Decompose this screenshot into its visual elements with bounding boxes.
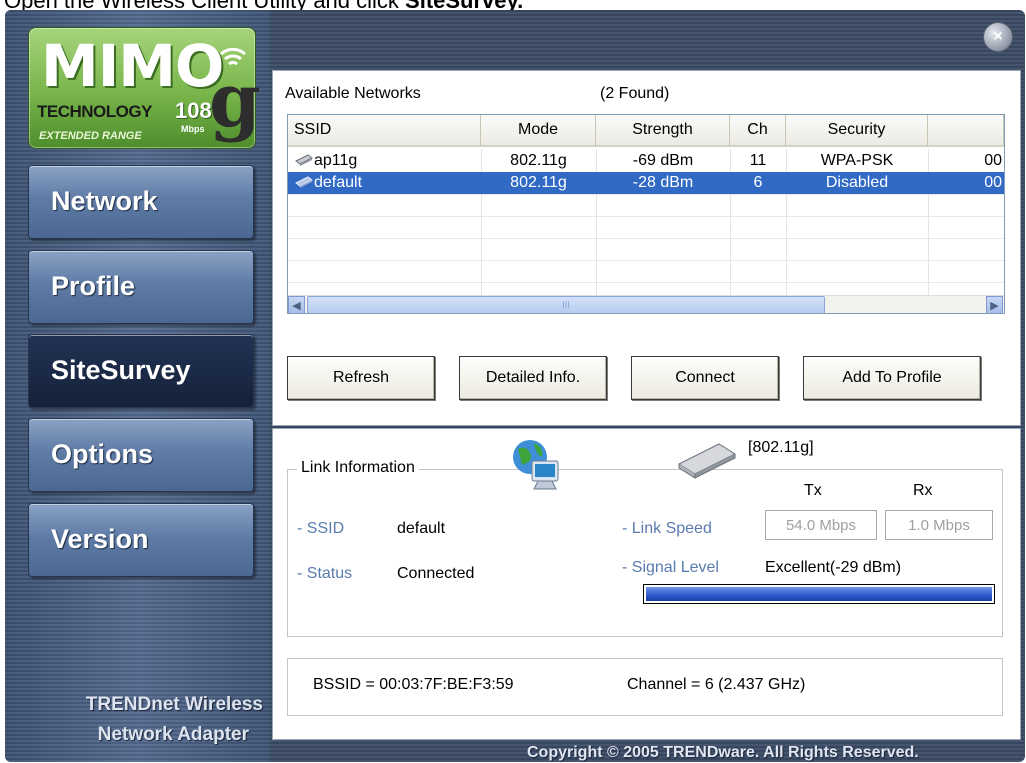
tx-speed-field: 54.0 Mbps	[765, 510, 877, 540]
ssid-cell: ap11g	[294, 150, 480, 172]
mode-tag: [802.11g]	[748, 439, 814, 456]
scroll-right-button[interactable]: ▶	[986, 296, 1003, 313]
mode-cell: 802.11g	[510, 174, 567, 191]
access-point-icon	[295, 154, 313, 166]
found-count: (2 Found)	[600, 85, 670, 102]
add-to-profile-button[interactable]: Add To Profile	[803, 356, 981, 400]
brand-line-1: TRENDnet Wireless	[85, 694, 263, 715]
channel-cell: 6	[753, 174, 763, 191]
signal-level-label: - Signal Level	[622, 559, 719, 576]
close-button[interactable]: ×	[983, 22, 1013, 52]
logo-word: MIMO	[41, 32, 224, 100]
available-networks-title: Available Networks	[285, 85, 421, 102]
refresh-button[interactable]: Refresh	[287, 356, 435, 400]
copyright-text: Copyright © 2005 TRENDware. All Rights R…	[527, 744, 919, 761]
rx-header: Rx	[913, 482, 933, 499]
tx-header: Tx	[804, 482, 822, 499]
table-row[interactable]: ap11g 802.11g -69 dBm 11 WPA-PSK 00	[288, 150, 1004, 172]
row-divider	[288, 216, 1004, 217]
column-header-mode[interactable]: Mode	[481, 115, 596, 147]
strength-cell: -28 dBm	[632, 174, 694, 191]
nav-profile-button[interactable]: Profile	[28, 250, 254, 324]
link-information-title: Link Information	[297, 459, 419, 477]
scrollbar-thumb[interactable]: III	[307, 296, 825, 313]
logo-mbps: Mbps	[181, 124, 205, 134]
column-header-ssid[interactable]: SSID	[288, 115, 481, 147]
mode-cell: 802.11g	[510, 152, 567, 169]
scroll-left-button[interactable]: ◀	[288, 296, 305, 313]
brand-line-2: Network Adapter	[97, 724, 249, 745]
link-information-group	[287, 469, 1003, 637]
chevron-left-icon: ◀	[292, 299, 301, 312]
nav-network-label: Network	[51, 186, 158, 216]
scroll-grip: III	[562, 300, 570, 310]
chevron-right-icon: ▶	[990, 299, 999, 312]
ssid-cell: default	[294, 172, 480, 194]
column-header-ch[interactable]: Ch	[730, 115, 786, 147]
extra-cell: 00	[984, 174, 1002, 191]
network-list[interactable]: SSID Mode Strength Ch Security ap11g 802…	[287, 114, 1005, 314]
horizontal-scrollbar[interactable]: ◀ III ▶	[288, 295, 1004, 313]
mimo-logo: MIMO TECHNOLOGY 108 g Mbps EXTENDED RANG…	[28, 27, 261, 149]
access-point-icon	[295, 176, 313, 188]
logo-speed: 108	[175, 98, 212, 123]
nav-version-label: Version	[51, 524, 149, 554]
ssid-text: ap11g	[314, 152, 358, 169]
row-divider	[288, 260, 1004, 261]
extra-cell: 00	[984, 152, 1002, 169]
table-row-selected[interactable]: default 802.11g -28 dBm 6 Disabled 00	[288, 172, 1004, 194]
nav-options-label: Options	[51, 439, 153, 469]
link-speed-label: - Link Speed	[622, 520, 712, 537]
status-value: Connected	[397, 565, 475, 582]
ssid-label: - SSID	[297, 520, 345, 537]
column-header-strength[interactable]: Strength	[596, 115, 730, 147]
column-header-extra[interactable]	[928, 115, 1004, 147]
connect-button[interactable]: Connect	[631, 356, 779, 400]
nav-sitesurvey-label: SiteSurvey	[51, 355, 191, 385]
row-divider	[288, 194, 1004, 195]
logo-tech: TECHNOLOGY	[37, 102, 152, 121]
status-label: - Status	[297, 565, 353, 582]
computer-globe-icon	[513, 440, 559, 490]
logo-range: EXTENDED RANGE	[39, 130, 142, 142]
column-header-security[interactable]: Security	[786, 115, 928, 147]
wireless-adapter-icon	[677, 443, 737, 479]
row-divider	[288, 282, 1004, 283]
security-cell: WPA-PSK	[820, 152, 894, 169]
detailed-info-button[interactable]: Detailed Info.	[459, 356, 607, 400]
app-window: MIMO TECHNOLOGY 108 g Mbps EXTENDED RANG…	[5, 10, 1025, 762]
channel-cell: 11	[749, 152, 767, 169]
bssid-text: BSSID = 00:03:7F:BE:F3:59	[313, 676, 514, 693]
signal-progress-fill	[646, 587, 992, 601]
strength-cell: -69 dBm	[632, 152, 694, 169]
ssid-text: default	[314, 174, 363, 191]
nav-options-button[interactable]: Options	[28, 418, 254, 492]
security-cell: Disabled	[825, 174, 889, 191]
row-divider	[288, 238, 1004, 239]
nav-sitesurvey-button[interactable]: SiteSurvey	[28, 334, 254, 408]
rx-speed-field: 1.0 Mbps	[885, 510, 993, 540]
nav-network-button[interactable]: Network	[28, 165, 254, 239]
nav-version-button[interactable]: Version	[28, 503, 254, 577]
ssid-value: default	[397, 520, 446, 537]
signal-level-value: Excellent(-29 dBm)	[765, 559, 902, 576]
channel-text: Channel = 6 (2.437 GHz)	[627, 676, 806, 693]
close-icon: ×	[993, 28, 1003, 45]
signal-progress-bar	[643, 584, 995, 604]
logo-letter: g	[209, 58, 261, 144]
nav-profile-label: Profile	[51, 271, 136, 301]
